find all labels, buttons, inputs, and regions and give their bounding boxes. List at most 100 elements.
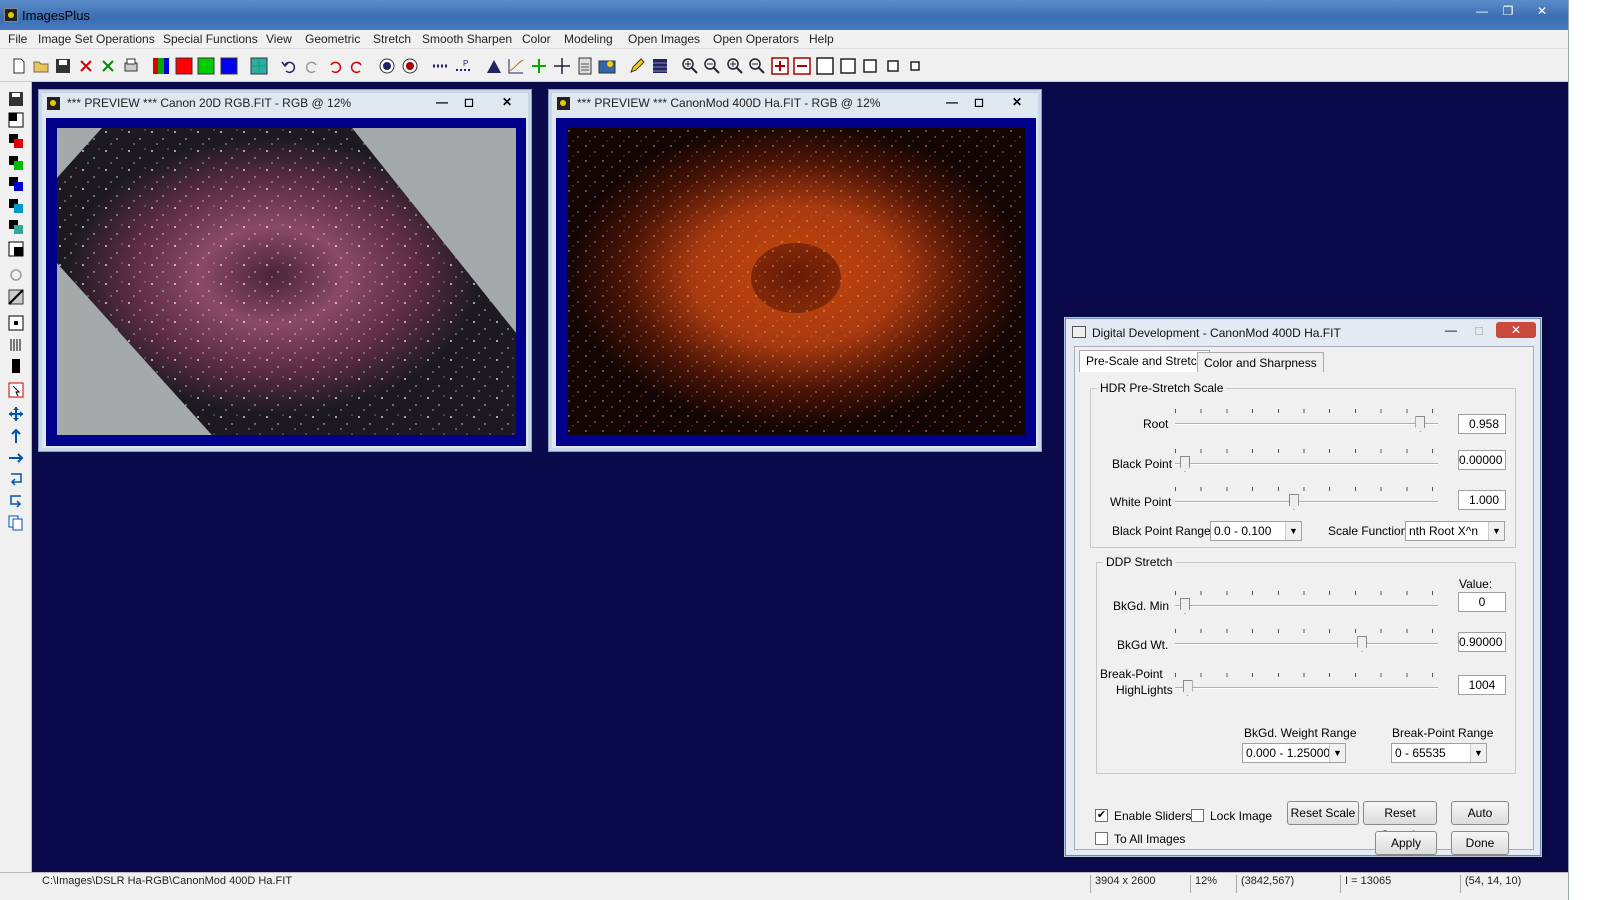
break-point-value[interactable]: 1004 [1458,675,1506,695]
nebula-image-rgb[interactable] [57,128,516,435]
maximize-icon[interactable]: ◻ [457,94,481,110]
restore-icon[interactable]: ❐ [1496,2,1520,20]
column-tool-icon[interactable] [8,358,24,374]
open-folder-icon[interactable] [32,57,50,75]
minimize-icon[interactable]: — [1438,322,1464,338]
slider-thumb[interactable] [1288,494,1299,510]
minimize-icon[interactable]: — [940,94,964,110]
maximize-icon[interactable]: ◻ [1466,322,1492,338]
close-icon[interactable]: ✕ [1530,2,1554,20]
window-titlebar[interactable]: *** PREVIEW *** CanonMod 400D Ha.FIT - R… [555,94,1035,112]
undo-icon[interactable] [280,57,298,75]
apply-button[interactable]: Apply [1375,831,1437,855]
arrow-right-tool-icon[interactable] [8,450,24,466]
arrow-up-tool-icon[interactable] [8,428,24,444]
window-small-icon[interactable] [861,57,879,75]
menu-color[interactable]: Color [522,32,551,46]
green-channel-icon[interactable] [197,57,215,75]
menu-open-images[interactable]: Open Images [628,32,700,46]
subtract-box-icon[interactable] [793,57,811,75]
white-point-value[interactable]: 1.000 [1458,490,1506,510]
grid-icon[interactable] [250,57,268,75]
pointer-tool-icon[interactable] [8,382,24,398]
gradient-tool-icon[interactable] [8,289,24,305]
zoom-actual-icon[interactable] [748,57,766,75]
menu-modeling[interactable]: Modeling [564,32,613,46]
chevron-down-icon[interactable]: ▼ [1285,522,1301,540]
undo-red-icon[interactable] [326,57,344,75]
mask-icon[interactable] [378,57,396,75]
window-large-icon[interactable] [816,57,834,75]
teal-tool-icon[interactable] [8,219,24,235]
to-all-images-checkbox[interactable] [1095,832,1108,845]
close-image-icon[interactable] [77,57,95,75]
menu-stretch[interactable]: Stretch [373,32,411,46]
white-point-slider[interactable] [1175,487,1438,510]
scale-function-select[interactable]: nth Root X^n ▼ [1405,521,1505,541]
rgb-channels-icon[interactable] [152,57,170,75]
close-icon[interactable]: ✕ [1005,94,1029,110]
break-point-slider[interactable] [1175,673,1438,696]
move-tool-icon[interactable] [8,406,24,422]
bkgd-wt-slider[interactable] [1175,629,1438,652]
slider-thumb[interactable] [1180,598,1191,614]
reset-scale-button[interactable]: Reset Scale [1287,801,1359,825]
menu-special-functions[interactable]: Special Functions [163,32,258,46]
print-icon[interactable] [122,57,140,75]
zoom-in-icon[interactable] [681,57,699,75]
copy-tool-icon[interactable] [8,515,24,531]
black-point-slider[interactable] [1175,449,1438,472]
chevron-down-icon[interactable]: ▼ [1470,744,1486,762]
dotted-line-icon[interactable] [432,57,450,75]
menu-geometric[interactable]: Geometric [305,32,360,46]
close-icon[interactable]: ✕ [495,94,519,110]
menu-help[interactable]: Help [809,32,834,46]
menu-view[interactable]: View [266,32,292,46]
digital-development-dialog[interactable]: Digital Development - CanonMod 400D Ha.F… [1065,318,1541,856]
image-window-canonmod-400d[interactable]: *** PREVIEW *** CanonMod 400D Ha.FIT - R… [548,89,1042,452]
bw-tool-icon[interactable] [8,112,24,128]
red-tool-icon[interactable] [8,133,24,149]
blue-channel-icon[interactable] [220,57,238,75]
blue-tool-icon[interactable] [8,176,24,192]
calculator-icon[interactable] [576,57,594,75]
enable-sliders-checkbox[interactable]: ✔ [1095,809,1108,822]
pencil-icon[interactable] [628,57,646,75]
dialog-titlebar[interactable]: Digital Development - CanonMod 400D Ha.F… [1072,322,1536,342]
slider-thumb[interactable] [1182,680,1193,696]
minimize-icon[interactable]: — [1470,2,1494,20]
break-point-range-select[interactable]: 0 - 65535 ▼ [1391,743,1487,763]
tab-pre-scale-and-stretch[interactable]: Pre-Scale and Stretch [1079,350,1211,372]
window-medium-icon[interactable] [839,57,857,75]
root-slider[interactable] [1175,409,1438,432]
black-point-value[interactable]: 0.00000 [1458,450,1506,470]
histogram-icon[interactable] [485,57,503,75]
reset-stretch-button[interactable]: Reset Stretch [1363,801,1437,842]
rotate-left-tool-icon[interactable] [8,471,24,487]
lines-tool-icon[interactable] [8,337,24,353]
blocks-icon[interactable] [651,57,669,75]
black-point-range-select[interactable]: 0.0 - 0.100 ▼ [1210,521,1302,541]
bkgd-min-slider[interactable] [1175,591,1438,614]
bkgd-weight-range-select[interactable]: 0.000 - 1.25000 ▼ [1242,743,1346,763]
select-tool-icon[interactable] [8,315,24,331]
tab-color-and-sharpness[interactable]: Color and Sharpness [1197,352,1324,372]
maximize-icon[interactable]: ◻ [967,94,991,110]
auto-button[interactable]: Auto [1451,801,1509,825]
green-tool-icon[interactable] [8,155,24,171]
save-icon[interactable] [54,57,72,75]
image-adjust-icon[interactable] [598,57,616,75]
rotate-right-tool-icon[interactable] [8,493,24,509]
menu-image-set-operations[interactable]: Image Set Operations [38,32,155,46]
mask-red-icon[interactable] [401,57,419,75]
nebula-image-ha[interactable] [567,128,1025,435]
zoom-out-icon[interactable] [703,57,721,75]
root-value[interactable]: 0.958 [1458,414,1506,434]
bkgd-wt-value[interactable]: 0.90000 [1458,632,1506,652]
menu-open-operators[interactable]: Open Operators [713,32,799,46]
zoom-fit-icon[interactable] [726,57,744,75]
save-tool-icon[interactable] [8,91,24,107]
minimize-icon[interactable]: — [430,94,454,110]
crosshair-icon[interactable] [553,57,571,75]
bkgd-min-value[interactable]: 0 [1458,592,1506,612]
